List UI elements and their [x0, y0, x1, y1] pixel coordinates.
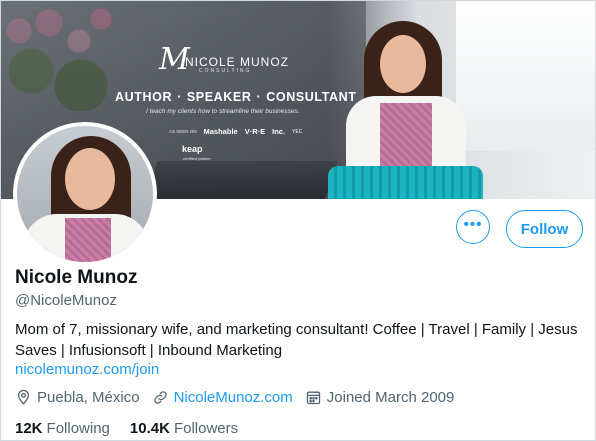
banner-window-bg [456, 1, 595, 151]
keap-logo: keap [182, 144, 203, 154]
profile-meta: Puebla, México NicoleMunoz.com Joined Ma… [15, 389, 466, 406]
location-pin-icon [17, 389, 30, 405]
keap-subtitle: certified partner [183, 156, 211, 161]
as-seen-on-label: AS SEEN ON [169, 129, 197, 134]
avatar[interactable] [13, 122, 157, 266]
followers-stat[interactable]: 10.4K Followers [130, 420, 238, 437]
logo-vre: V·R·E [244, 127, 266, 136]
profile-card: M NICOLE MUNOZ CONSULTING AUTHOR · SPEAKER… [0, 0, 596, 441]
banner-portrait [346, 21, 466, 176]
banner-brand-logo: M NICOLE MUNOZ CONSULTING [159, 43, 319, 79]
role-speaker: SPEAKER [186, 90, 252, 104]
location-text: Puebla, México [37, 389, 140, 406]
bio-link[interactable]: nicolemunoz.com/join [15, 361, 159, 378]
website-link[interactable]: NicoleMunoz.com [174, 389, 293, 406]
calendar-icon [306, 391, 320, 405]
user-handle: @NicoleMunoz [15, 292, 117, 309]
follow-button[interactable]: Follow [506, 210, 583, 248]
banner-roles: AUTHOR · SPEAKER · CONSULTANT [115, 90, 357, 104]
follow-stats: 12K Following 10.4K Followers [15, 420, 258, 437]
role-author: AUTHOR [115, 90, 173, 104]
display-name: Nicole Munoz [15, 267, 138, 288]
more-options-button[interactable]: ••• [456, 210, 490, 244]
joined-date: Joined March 2009 [326, 389, 455, 406]
banner-press-logos: AS SEEN ON Mashable V·R·E Inc. YEC [169, 127, 302, 136]
following-count: 12K [15, 420, 43, 437]
bio: Mom of 7, missionary wife, and marketing… [15, 321, 578, 359]
link-icon [153, 391, 167, 404]
banner-tagline: I teach my clients how to streamline the… [146, 108, 300, 115]
role-consultant: CONSULTANT [266, 90, 357, 104]
website-item[interactable]: NicoleMunoz.com [152, 389, 293, 406]
banner-laptop [144, 161, 338, 199]
following-stat[interactable]: 12K Following [15, 420, 110, 437]
brand-subtitle: CONSULTING [199, 68, 252, 74]
location-item: Puebla, México [15, 389, 140, 406]
banner-chair [328, 166, 483, 199]
logo-yec: YEC [292, 128, 303, 135]
followers-count: 10.4K [129, 420, 170, 437]
logo-mashable: Mashable [203, 127, 238, 136]
logo-inc: Inc. [272, 127, 286, 136]
more-icon: ••• [463, 215, 483, 233]
brand-name: NICOLE MUNOZ [185, 55, 290, 69]
joined-item: Joined March 2009 [305, 389, 455, 406]
following-label: Following [46, 420, 110, 437]
followers-label: Followers [173, 420, 239, 437]
